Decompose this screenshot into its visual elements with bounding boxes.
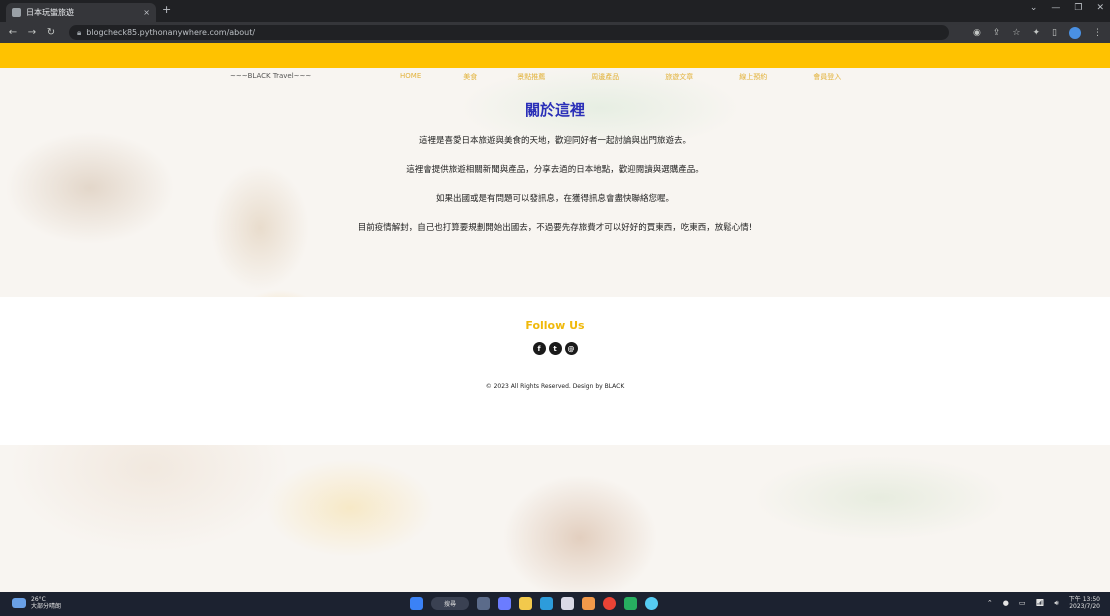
about-paragraph-4: 目前疫情解封，自己也打算要規劃開始出國去，不過要先存旅費才可以好好的買東西，吃東…	[357, 223, 753, 233]
instagram-icon[interactable]: @	[564, 342, 578, 355]
favicon-icon	[12, 8, 21, 17]
about-paragraph-3: 如果出國或是有問題可以發訊息，在獲得訊息會盡快聯絡您喔。	[435, 194, 674, 204]
clock-time: 下午 13:50	[1068, 596, 1100, 603]
chat-icon[interactable]	[498, 597, 511, 610]
tab-title: 日本玩蠻旅遊	[26, 8, 74, 17]
about-section: 關於這裡 這裡是喜愛日本旅遊與美食的天地，歡迎同好者一起討論與出門旅遊去。 這裡…	[0, 99, 1110, 250]
nav-articles[interactable]: 旅遊文章	[665, 72, 693, 82]
lock-icon[interactable]: 🔒︎	[77, 28, 81, 38]
forward-icon[interactable]: →	[27, 27, 37, 38]
top-yellow-band	[0, 43, 1110, 68]
os-taskbar: 26°C 大部分晴朗 搜尋 ⌃ ● ▭ 📶︎ 🔊︎ 下午 13:50 2023/…	[0, 592, 1110, 616]
close-window-button[interactable]: ✕	[1096, 3, 1104, 13]
twitter-icon[interactable]: t	[548, 342, 562, 355]
file-explorer-icon[interactable]	[519, 597, 532, 610]
site-brand[interactable]: ~~~BLACK Travel~~~	[230, 72, 311, 80]
puzzle-icon[interactable]: ✦	[1033, 28, 1041, 38]
url-text: blogcheck85.pythonanywhere.com/about/	[86, 28, 256, 37]
profile-avatar-icon[interactable]	[1069, 26, 1081, 39]
follow-us-heading: Follow Us	[525, 319, 585, 332]
browser-tab-bar: 日本玩蠻旅遊 × + ⌄ — ❐ ✕	[0, 0, 1110, 22]
system-tray: ⌃ ● ▭ 📶︎ 🔊︎ 下午 13:50 2023/7/20	[987, 596, 1100, 610]
volume-icon[interactable]: 🔊︎	[1054, 599, 1058, 608]
about-paragraph-2: 這裡會提供旅遊相關新聞與產品，分享去過的日本地點，歡迎閱讀與選購產品。	[406, 165, 704, 175]
tray-display-icon[interactable]: ▭	[1019, 599, 1026, 607]
nav-links: HOME 美食 景點推薦 周邊產品 旅遊文章 線上預約 會員登入	[400, 72, 841, 82]
tray-app-icon[interactable]: ●	[1003, 599, 1009, 607]
weather-temp: 26°C	[31, 596, 46, 603]
facebook-icon[interactable]: f	[532, 342, 546, 355]
browser-toolbar: ← → ↻ 🔒︎ blogcheck85.pythonanywhere.com/…	[0, 22, 1110, 43]
nav-food[interactable]: 美食	[463, 72, 477, 82]
taskbar-search[interactable]: 搜尋	[431, 597, 469, 610]
about-paragraph-1: 這裡是喜愛日本旅遊與美食的天地，歡迎同好者一起討論與出門旅遊去。	[418, 136, 691, 146]
edge-icon[interactable]	[645, 597, 658, 610]
minimize-button[interactable]: —	[1051, 3, 1060, 13]
browser-tab[interactable]: 日本玩蠻旅遊 ×	[6, 3, 156, 22]
social-links: f t @	[0, 342, 1110, 355]
tray-chevron-icon[interactable]: ⌃	[987, 599, 993, 607]
clock[interactable]: 下午 13:50 2023/7/20	[1069, 596, 1100, 610]
weather-icon	[12, 598, 26, 608]
nav-spots[interactable]: 景點推薦	[517, 72, 545, 82]
taskbar-apps: 搜尋	[410, 597, 658, 610]
nav-home[interactable]: HOME	[400, 72, 421, 82]
menu-kebab-icon[interactable]: ⋮	[1093, 28, 1102, 38]
nav-products[interactable]: 周邊產品	[591, 72, 619, 82]
extension-icon[interactable]: ◉	[973, 28, 981, 38]
site-navbar: ~~~BLACK Travel~~~ HOME 美食 景點推薦 周邊產品 旅遊文…	[0, 70, 1110, 86]
sidebar-icon[interactable]: ▯	[1052, 28, 1057, 38]
clock-date: 2023/7/20	[1069, 603, 1100, 610]
address-bar[interactable]: 🔒︎ blogcheck85.pythonanywhere.com/about/	[69, 25, 949, 40]
page-viewport: ~~~BLACK Travel~~~ HOME 美食 景點推薦 周邊產品 旅遊文…	[0, 43, 1110, 592]
nav-booking[interactable]: 線上預約	[739, 72, 767, 82]
about-title: 關於這裡	[524, 101, 585, 119]
reload-icon[interactable]: ↻	[46, 27, 56, 38]
bookmark-star-icon[interactable]: ☆	[1012, 28, 1020, 38]
window-controls: ⌄ — ❐ ✕	[1030, 3, 1104, 13]
store-icon[interactable]	[540, 597, 553, 610]
wifi-icon[interactable]: 📶︎	[1035, 599, 1044, 607]
footer: Follow Us f t @ © 2023 All Rights Reserv…	[0, 297, 1110, 445]
copyright-text: © 2023 All Rights Reserved. Design by BL…	[485, 383, 625, 390]
app-icon[interactable]	[582, 597, 595, 610]
weather-desc: 大部分晴朗	[31, 603, 62, 610]
weather-widget[interactable]: 26°C 大部分晴朗	[12, 596, 61, 610]
maximize-button[interactable]: ❐	[1074, 3, 1082, 13]
toolbar-actions: ◉ ⇪ ☆ ✦ ▯ ⋮	[973, 26, 1102, 39]
chrome-icon[interactable]	[603, 597, 616, 610]
photos-icon[interactable]	[561, 597, 574, 610]
app2-icon[interactable]	[624, 597, 637, 610]
tab-close-icon[interactable]: ×	[143, 8, 150, 17]
task-view-icon[interactable]	[477, 597, 490, 610]
start-icon[interactable]	[410, 597, 423, 610]
nav-login[interactable]: 會員登入	[813, 72, 841, 82]
share-icon[interactable]: ⇪	[993, 28, 1001, 38]
new-tab-button[interactable]: +	[162, 3, 171, 16]
back-icon[interactable]: ←	[8, 27, 18, 38]
tab-search-icon[interactable]: ⌄	[1030, 3, 1038, 13]
